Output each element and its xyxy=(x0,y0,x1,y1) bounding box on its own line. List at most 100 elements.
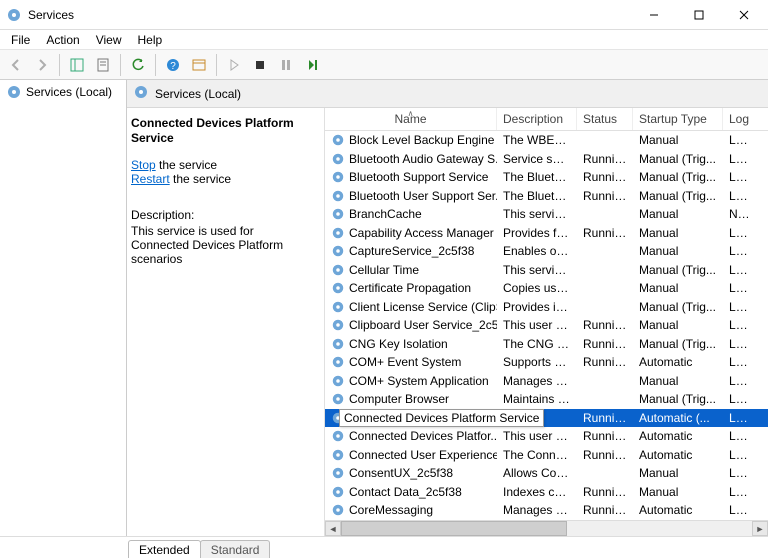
maximize-button[interactable] xyxy=(676,0,721,29)
cell-log-on-as: Loca xyxy=(723,448,755,462)
tab-extended[interactable]: Extended xyxy=(128,540,201,558)
tabbar: Extended Standard xyxy=(0,536,768,558)
cell-startup-type: Manual xyxy=(633,207,723,221)
cell-status: Running xyxy=(577,448,633,462)
refresh-button[interactable] xyxy=(126,53,150,77)
table-row[interactable]: ConsentUX_2c5f38Allows Con...ManualLoca xyxy=(325,464,768,483)
table-row[interactable]: CoreMessagingManages co...RunningAutomat… xyxy=(325,501,768,520)
menu-help[interactable]: Help xyxy=(131,32,170,48)
col-name[interactable]: ∧ Name xyxy=(325,108,497,130)
table-row[interactable]: Computer BrowserMaintains a...Manual (Tr… xyxy=(325,390,768,409)
cell-description: This user ser... xyxy=(497,429,577,443)
cell-name: Certificate Propagation xyxy=(325,281,497,295)
cell-name: CoreMessaging xyxy=(325,503,497,517)
cell-log-on-as: Loca xyxy=(723,411,755,425)
pause-service-button[interactable] xyxy=(274,53,298,77)
menu-action[interactable]: Action xyxy=(39,32,86,48)
table-row[interactable]: COM+ System ApplicationManages th...Manu… xyxy=(325,372,768,391)
show-hide-tree-button[interactable] xyxy=(65,53,89,77)
cell-startup-type: Automatic xyxy=(633,429,723,443)
titlebar: Services xyxy=(0,0,768,30)
cell-description: The WBENG... xyxy=(497,133,577,147)
scroll-left-icon[interactable]: ◄ xyxy=(325,521,341,536)
table-row[interactable]: CNG Key IsolationThe CNG ke...RunningMan… xyxy=(325,335,768,354)
table-row[interactable]: BranchCacheThis service ...ManualNetv xyxy=(325,205,768,224)
service-list[interactable]: Block Level Backup Engine ...The WBENG..… xyxy=(325,131,768,520)
table-row[interactable]: Capability Access Manager ...Provides fa… xyxy=(325,224,768,243)
cell-status: Running xyxy=(577,503,633,517)
cell-name: Bluetooth Support Service xyxy=(325,170,497,184)
cell-startup-type: Automatic xyxy=(633,448,723,462)
cell-name: BranchCache xyxy=(325,207,497,221)
help-button[interactable]: ? xyxy=(161,53,185,77)
table-row[interactable]: Cellular TimeThis service ...Manual (Tri… xyxy=(325,261,768,280)
tree-root-services-local[interactable]: Services (Local) xyxy=(0,82,126,102)
forward-button[interactable] xyxy=(30,53,54,77)
cell-name: Bluetooth Audio Gateway S... xyxy=(325,152,497,166)
back-button[interactable] xyxy=(4,53,28,77)
cell-log-on-as: Loca xyxy=(723,226,755,240)
tree-pane[interactable]: Services (Local) xyxy=(0,80,127,536)
stop-service-button[interactable] xyxy=(248,53,272,77)
cell-startup-type: Manual (Trig... xyxy=(633,152,723,166)
cell-name: Connected User Experience... xyxy=(325,448,497,462)
cell-log-on-as: Loca xyxy=(723,133,755,147)
cell-status: Running xyxy=(577,485,633,499)
restart-service-link[interactable]: Restart xyxy=(131,172,170,186)
cell-description: This user ser... xyxy=(497,318,577,332)
table-row[interactable]: Connected Devices Platfor...This user se… xyxy=(325,427,768,446)
stop-service-link[interactable]: Stop xyxy=(131,158,156,172)
gear-icon xyxy=(133,84,149,103)
cell-description: This service ... xyxy=(497,263,577,277)
table-row[interactable]: Connected User Experience...The Connec..… xyxy=(325,446,768,465)
table-row[interactable]: COM+ Event SystemSupports Sy...RunningAu… xyxy=(325,353,768,372)
cell-name: Computer Browser xyxy=(325,392,497,406)
table-row[interactable]: Bluetooth User Support Ser...The Bluetoo… xyxy=(325,187,768,206)
table-row[interactable]: Client License Service (ClipS...Provides… xyxy=(325,298,768,317)
cell-log-on-as: Loca xyxy=(723,189,755,203)
cell-log-on-as: Loca xyxy=(723,263,755,277)
cell-description: Service sup... xyxy=(497,152,577,166)
scroll-track[interactable] xyxy=(341,521,752,536)
cell-status: Running xyxy=(577,355,633,369)
scroll-thumb[interactable] xyxy=(341,521,567,536)
properties-button[interactable] xyxy=(187,53,211,77)
horizontal-scrollbar[interactable]: ◄ ► xyxy=(325,520,768,536)
close-button[interactable] xyxy=(721,0,766,29)
sort-ascending-icon: ∧ xyxy=(408,109,414,118)
cell-log-on-as: Loca xyxy=(723,170,755,184)
cell-startup-type: Manual xyxy=(633,133,723,147)
cell-log-on-as: Loca xyxy=(723,392,755,406)
table-row[interactable]: Bluetooth Support ServiceThe Bluetoo...R… xyxy=(325,168,768,187)
table-row[interactable]: Bluetooth Audio Gateway S...Service sup.… xyxy=(325,150,768,169)
start-service-button[interactable] xyxy=(222,53,246,77)
cell-description: The Bluetoo... xyxy=(497,189,577,203)
cell-status: Running xyxy=(577,152,633,166)
table-row[interactable]: Block Level Backup Engine ...The WBENG..… xyxy=(325,131,768,150)
tab-standard[interactable]: Standard xyxy=(200,540,271,558)
app-gear-icon xyxy=(6,7,22,23)
table-row[interactable]: Certificate PropagationCopies user ...Ma… xyxy=(325,279,768,298)
cell-startup-type: Manual xyxy=(633,485,723,499)
cell-log-on-as: Loca xyxy=(723,300,755,314)
cell-log-on-as: Loca xyxy=(723,337,755,351)
detail-header: Services (Local) xyxy=(127,80,768,108)
cell-startup-type: Manual xyxy=(633,374,723,388)
col-log-on-as[interactable]: Log xyxy=(723,108,755,130)
scroll-right-icon[interactable]: ► xyxy=(752,521,768,536)
menu-view[interactable]: View xyxy=(89,32,129,48)
table-row[interactable]: Contact Data_2c5f38Indexes con...Running… xyxy=(325,483,768,502)
cell-status: Running xyxy=(577,189,633,203)
col-status[interactable]: Status xyxy=(577,108,633,130)
minimize-button[interactable] xyxy=(631,0,676,29)
table-row[interactable]: CaptureService_2c5f38Enables opti...Manu… xyxy=(325,242,768,261)
menubar: File Action View Help xyxy=(0,30,768,50)
restart-service-button[interactable] xyxy=(300,53,324,77)
col-description[interactable]: Description xyxy=(497,108,577,130)
col-startup-type[interactable]: Startup Type xyxy=(633,108,723,130)
table-row[interactable]: Clipboard User Service_2c5f...This user … xyxy=(325,316,768,335)
cell-log-on-as: Loca xyxy=(723,503,755,517)
menu-file[interactable]: File xyxy=(4,32,37,48)
export-list-button[interactable] xyxy=(91,53,115,77)
cell-startup-type: Manual xyxy=(633,281,723,295)
